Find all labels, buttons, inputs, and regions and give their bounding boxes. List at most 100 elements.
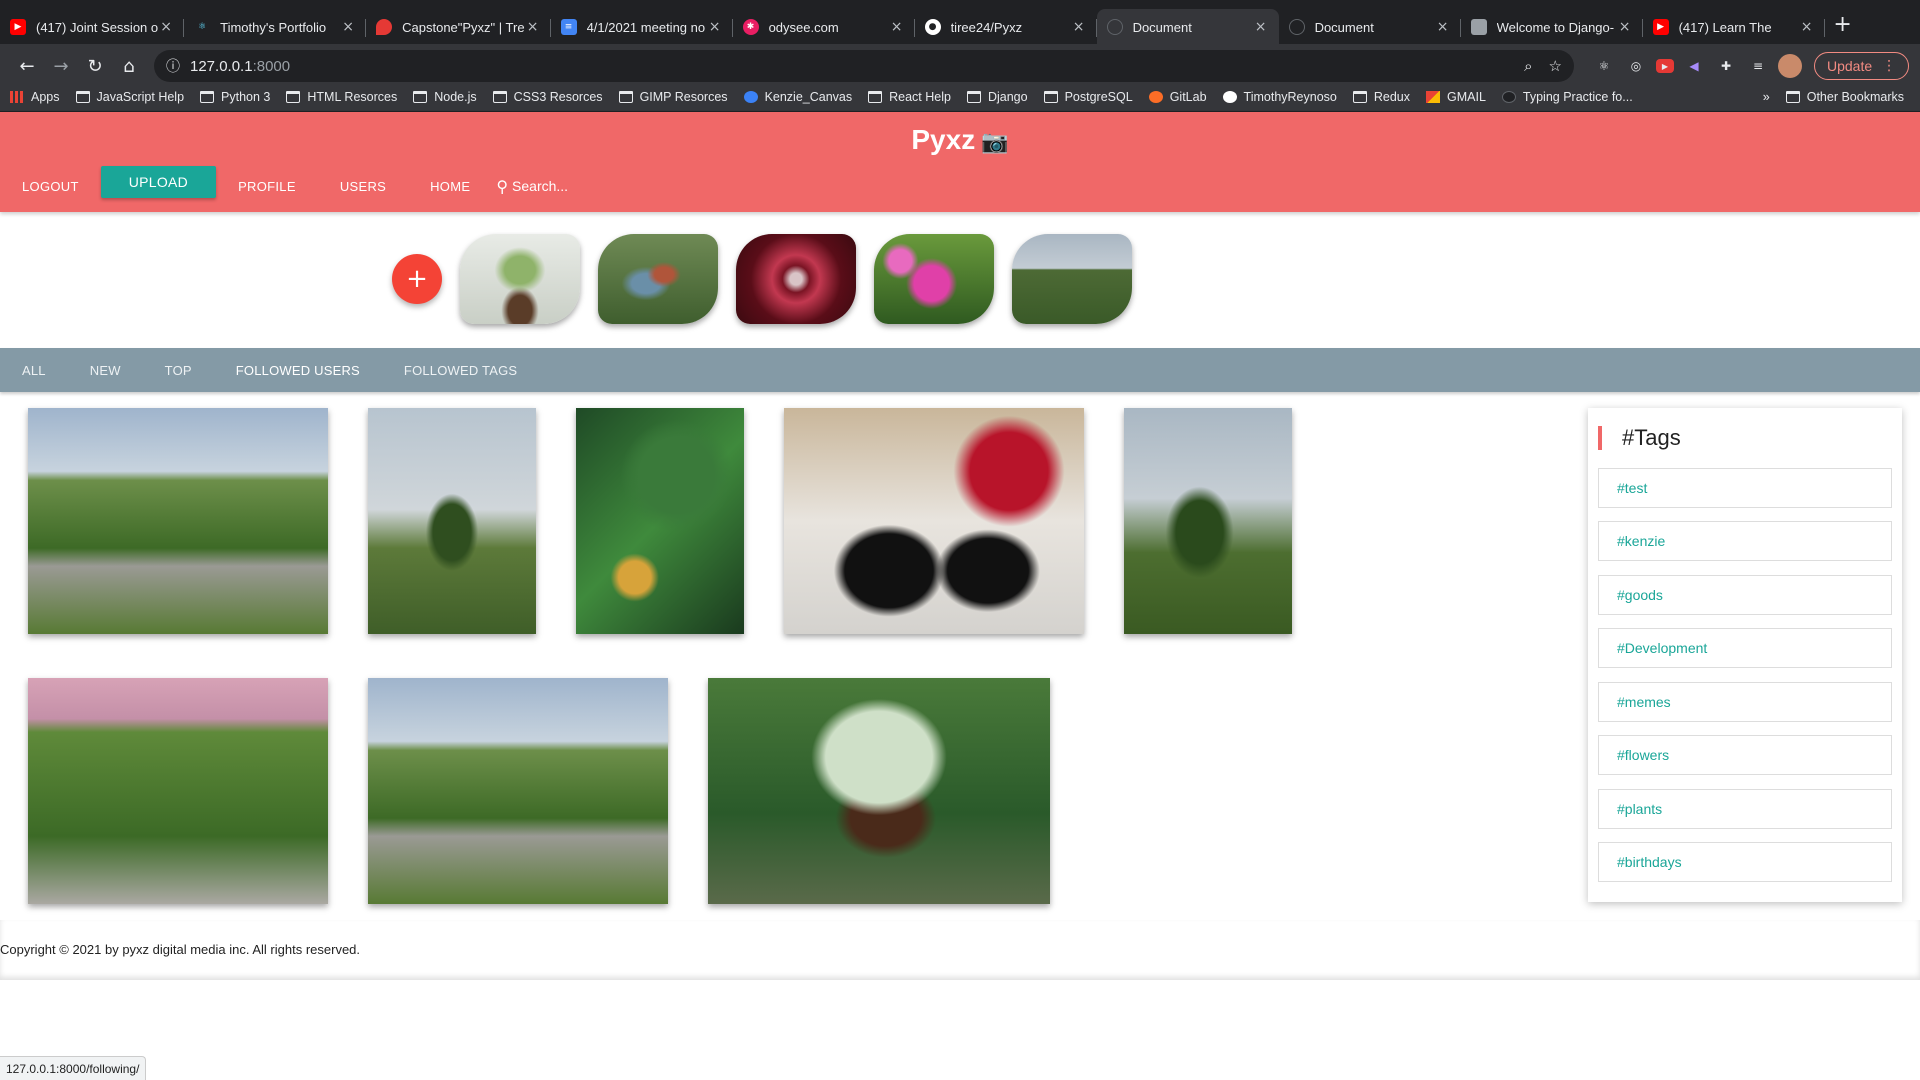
close-icon[interactable]: × (1435, 19, 1451, 35)
bookmark-site[interactable]: GMAIL (1426, 90, 1486, 104)
browser-tab[interactable]: Welcome to Django- × (1461, 9, 1643, 45)
browser-tab[interactable]: ≡ 4/1/2021 meeting no × (551, 9, 733, 45)
zoom-icon[interactable]: ⌕ (1524, 57, 1532, 75)
story-thumbnail[interactable] (460, 234, 580, 324)
close-icon[interactable]: × (525, 19, 541, 35)
story-thumbnail[interactable] (736, 234, 856, 324)
photo-card[interactable] (576, 408, 744, 634)
filter-followed-tags[interactable]: FOLLOWED TAGS (382, 363, 539, 378)
close-icon[interactable]: × (889, 19, 905, 35)
folder-icon (1043, 90, 1058, 103)
browser-tab[interactable]: ● tiree24/Pyxz × (915, 9, 1097, 45)
close-icon[interactable]: × (158, 19, 174, 35)
close-icon[interactable]: × (1253, 19, 1269, 35)
close-icon[interactable]: × (707, 19, 723, 35)
address-bar[interactable]: ⓘ 127.0.0.1:8000 ⌕ ☆ (154, 50, 1574, 82)
bookmark-folder[interactable]: PostgreSQL (1043, 90, 1133, 104)
tag-link[interactable]: #memes (1598, 682, 1892, 722)
react-icon: ⚛ (198, 22, 207, 32)
info-icon[interactable]: ⓘ (166, 56, 180, 76)
audio-extension-icon[interactable]: ◀ (1682, 54, 1706, 78)
folder-icon (75, 90, 90, 103)
youtube-extension-icon[interactable]: ▶ (1656, 59, 1674, 73)
reload-icon[interactable]: ↻ (78, 49, 112, 83)
search-input[interactable] (512, 178, 673, 194)
react-devtools-icon[interactable]: ⚛ (1592, 54, 1616, 78)
extension-circle-icon[interactable]: ◎ (1624, 54, 1648, 78)
bookmark-site[interactable]: Typing Practice fo... (1501, 90, 1633, 104)
profile-link[interactable]: PROFILE (216, 168, 318, 204)
bookmark-star-icon[interactable]: ☆ (1549, 57, 1562, 75)
bookmark-folder[interactable]: GIMP Resorces (618, 90, 728, 104)
users-link[interactable]: USERS (318, 168, 408, 204)
close-icon[interactable]: × (340, 19, 356, 35)
home-icon[interactable]: ⌂ (112, 49, 146, 83)
forward-icon[interactable]: → (44, 49, 78, 83)
url-host: 127.0.0.1 (190, 57, 253, 75)
home-link[interactable]: HOME (408, 168, 492, 204)
bookmark-site[interactable]: GitLab (1148, 90, 1207, 104)
tag-link[interactable]: #goods (1598, 575, 1892, 615)
new-tab-button[interactable]: + (1825, 12, 1861, 37)
browser-tab[interactable]: ▶ (417) Learn The × (1643, 9, 1825, 45)
avatar[interactable] (1778, 54, 1802, 78)
site-brand[interactable]: Pyxz 📷 (0, 124, 1920, 156)
photo-card[interactable] (368, 678, 668, 904)
photo-card[interactable] (368, 408, 536, 634)
tag-link[interactable]: #plants (1598, 789, 1892, 829)
bookmark-folder[interactable]: HTML Resorces (286, 90, 397, 104)
bookmarks-overflow-button[interactable]: » (1763, 90, 1770, 104)
photo-card[interactable] (28, 678, 328, 904)
photo-card[interactable] (28, 408, 328, 634)
filter-top[interactable]: TOP (143, 363, 214, 378)
browser-tab[interactable]: ✱ odysee.com × (733, 9, 915, 45)
tag-link[interactable]: #birthdays (1598, 842, 1892, 882)
tag-link[interactable]: #flowers (1598, 735, 1892, 775)
photo-card[interactable] (784, 408, 1084, 634)
upload-button[interactable]: UPLOAD (100, 166, 217, 198)
filter-new[interactable]: NEW (68, 363, 143, 378)
puzzle-icon[interactable]: ✚ (1714, 54, 1738, 78)
photo-card[interactable] (708, 678, 1050, 904)
bookmark-folder[interactable]: JavaScript Help (75, 90, 184, 104)
map-pin-icon (376, 19, 393, 35)
bookmark-folder[interactable]: Django (966, 90, 1028, 104)
logout-link[interactable]: LOGOUT (0, 168, 101, 204)
bookmark-site[interactable]: Kenzie_Canvas (743, 90, 852, 104)
odysee-icon: ✱ (742, 19, 759, 35)
page-content: Pyxz 📷 LOGOUT UPLOAD PROFILE USERS HOME ⚲… (0, 112, 1920, 1080)
browser-tab[interactable]: ⚛ Timothy's Portfolio × (184, 9, 367, 45)
bookmark-folder[interactable]: Redux (1352, 90, 1410, 104)
bookmark-site[interactable]: TimothyReynoso (1222, 90, 1337, 104)
bookmark-folder[interactable]: React Help (868, 90, 951, 104)
filter-all[interactable]: ALL (0, 363, 68, 378)
other-bookmarks[interactable]: Other Bookmarks (1785, 90, 1904, 104)
close-icon[interactable]: × (1799, 19, 1815, 35)
bookmark-folder[interactable]: CSS3 Resorces (492, 90, 603, 104)
close-icon[interactable]: × (1617, 19, 1633, 35)
browser-tab[interactable]: ▶ (417) Joint Session o × (0, 9, 185, 45)
filter-bar: ALL NEW TOP FOLLOWED USERS FOLLOWED TAGS (0, 348, 1920, 392)
browser-tab[interactable]: Capstone"Pyxz" | Tre × (366, 9, 552, 45)
back-icon[interactable]: ← (10, 49, 44, 83)
story-thumbnail[interactable] (1012, 234, 1132, 324)
tag-link[interactable]: #kenzie (1598, 521, 1892, 561)
tag-link[interactable]: #Development (1598, 628, 1892, 668)
gmail-icon (1426, 90, 1440, 103)
media-queue-icon[interactable]: ≡ (1746, 54, 1770, 78)
filter-followed-users[interactable]: FOLLOWED USERS (214, 363, 382, 378)
photo-card[interactable] (1124, 408, 1292, 634)
folder-icon (413, 90, 428, 103)
add-story-button[interactable]: + (392, 254, 442, 304)
bookmark-folder[interactable]: Python 3 (200, 90, 270, 104)
browser-tab-active[interactable]: Document × (1096, 9, 1279, 45)
update-button[interactable]: Update ⋮ (1814, 52, 1910, 80)
close-icon[interactable]: × (1071, 19, 1087, 35)
story-thumbnail[interactable] (598, 234, 718, 324)
story-thumbnail[interactable] (874, 234, 994, 324)
bookmark-folder[interactable]: Node.js (413, 90, 477, 104)
bookmark-apps[interactable]: Apps (10, 90, 60, 104)
browser-tab[interactable]: Document × (1279, 9, 1461, 45)
folder-icon (492, 90, 507, 103)
tag-link[interactable]: #test (1598, 468, 1892, 508)
